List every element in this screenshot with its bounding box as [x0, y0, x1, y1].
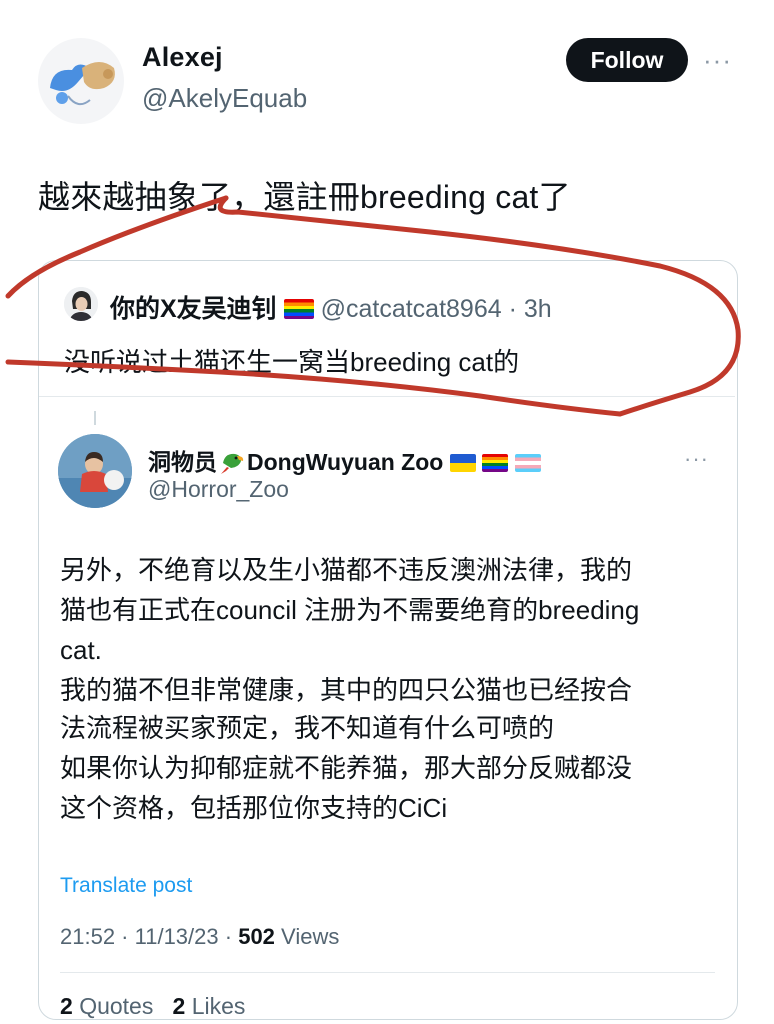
inner-text-line: 如果你认为抑郁症就不能养猫，那大部分反贼都没 [60, 753, 633, 783]
quotes-count: 2 [60, 993, 73, 1019]
inner-author-handle[interactable]: @Horror_Zoo [148, 476, 289, 503]
quote-separator: · [501, 295, 524, 323]
quotes-label: Quotes [79, 993, 154, 1019]
views-count: 502 [238, 924, 275, 949]
quotes-stat[interactable]: 2 Quotes [60, 993, 153, 1019]
author-handle[interactable]: @AkelyEquab [142, 83, 307, 114]
rainbow-flag-icon [482, 454, 509, 472]
avatar-person-image [64, 287, 98, 321]
post-date[interactable]: 11/13/23 [135, 924, 219, 949]
quote-author-name[interactable]: 你的X友吴迪钊 [110, 295, 277, 323]
inner-text-line: 这个资格，包括那位你支持的CiCi [60, 793, 448, 823]
quote-timestamp[interactable]: 3h [524, 295, 552, 323]
quote-author-avatar[interactable] [64, 287, 98, 321]
translate-post-link[interactable]: Translate post [60, 874, 192, 898]
quote-text: 没听说过土猫还生一窝当breeding cat的 [64, 347, 520, 377]
divider [60, 972, 715, 973]
divider [39, 396, 735, 397]
rainbow-flag-icon [283, 299, 314, 319]
inner-text-line: 另外，不绝育以及生小猫都不违反澳洲法律，我的 [60, 555, 633, 585]
likes-label: Likes [191, 993, 246, 1019]
thread-connector [94, 411, 96, 425]
follow-button[interactable]: Follow [566, 38, 688, 82]
more-options-icon[interactable]: ··· [703, 45, 732, 76]
likes-count: 2 [172, 993, 186, 1019]
ukraine-flag-icon [449, 454, 476, 472]
inner-text-line: cat. [60, 635, 102, 665]
inner-text-line: 我的猫不但非常健康，其中的四只公猫也已经按合 [60, 675, 633, 705]
author-avatar[interactable] [38, 38, 124, 124]
likes-stat[interactable]: 2 Likes [173, 993, 246, 1019]
inner-text-line: 猫也有正式在council 注册为不需要绝育的breeding [60, 595, 640, 625]
quote-header: 你的X友吴迪钊 @catcatcat8964 · 3h [110, 289, 552, 325]
inner-author-name-cn: 洞物员 [148, 449, 217, 475]
inner-text-line: 法流程被买家预定，我不知道有什么可喷的 [60, 713, 555, 743]
inner-author-avatar[interactable] [58, 434, 132, 508]
author-name[interactable]: Alexej [142, 42, 223, 73]
parrot-icon [221, 453, 244, 474]
inner-more-options-icon[interactable]: ··· [684, 446, 709, 472]
avatar-bird-image [50, 62, 115, 106]
engagement-stats: 2 Quotes 2 Likes [60, 993, 245, 1020]
post-meta: 21:52 · 11/13/23 · 502 Views [60, 924, 340, 949]
tweet-text: 越來越抽象了，還註冊breeding cat了 [38, 179, 571, 215]
avatar-pool-image [58, 434, 132, 508]
quote-author-handle[interactable]: @catcatcat8964 [321, 295, 502, 323]
post-time[interactable]: 21:52 [60, 924, 115, 949]
views-label: Views [281, 924, 340, 949]
inner-author-name[interactable]: 洞物员 DongWuyuan Zoo [148, 443, 541, 477]
trans-flag-icon [514, 454, 541, 472]
inner-author-name-en: DongWuyuan Zoo [247, 449, 444, 475]
